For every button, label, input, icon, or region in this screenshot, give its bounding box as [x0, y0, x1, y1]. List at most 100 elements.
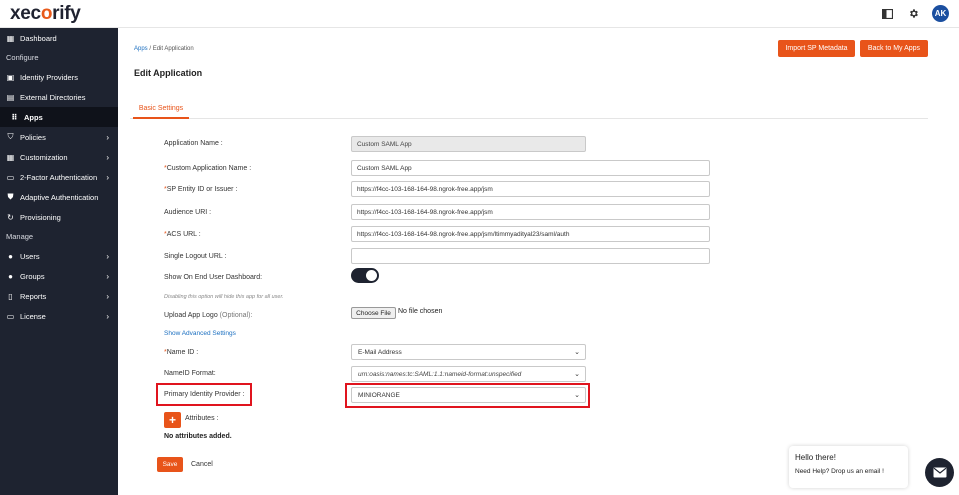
sp-entity-label: *SP Entity ID or Issuer : — [164, 186, 238, 193]
main-content: Apps / Edit Application Import SP Metada… — [118, 28, 959, 495]
shield-check-icon: ⛊ — [7, 192, 14, 201]
sidebar-item-label: Apps — [24, 112, 43, 122]
sidebar-item-2-factor-authentication[interactable]: ▭ 2-Factor Authentication › — [0, 167, 118, 187]
back-to-my-apps-button[interactable]: Back to My Apps — [860, 40, 928, 57]
sidebar-item-external-directories[interactable]: ▤ External Directories — [0, 87, 118, 107]
show-advanced-settings-link[interactable]: Show Advanced Settings — [164, 330, 236, 337]
nameid-format-label: NameID Format: — [164, 370, 216, 377]
tab-basic-settings[interactable]: Basic Settings — [133, 100, 189, 119]
gear-icon[interactable] — [906, 7, 920, 21]
sidebar-item-dashboard[interactable]: ▦ Dashboard — [0, 28, 118, 48]
xecorify-logo[interactable]: xecorify — [10, 3, 81, 25]
primary-idp-select[interactable]: MINIORANGE ⌄ — [351, 387, 586, 403]
dashboard-hint: Disabling this option will hide this app… — [164, 294, 284, 300]
single-logout-url-input[interactable] — [351, 248, 710, 264]
chevron-down-icon: ⌄ — [574, 392, 580, 399]
attributes-label: Attributes : — [185, 415, 219, 422]
top-bar: xecorify AK — [0, 0, 959, 28]
single-logout-url-label: Single Logout URL : — [164, 253, 227, 260]
no-file-text: No file chosen — [398, 308, 443, 315]
reports-icon: ▯ — [8, 291, 13, 301]
sidebar-item-label: External Directories — [20, 92, 86, 102]
sidebar-item-label: Customization — [20, 152, 68, 162]
acs-url-label: *ACS URL : — [164, 231, 201, 238]
sidebar-item-customization[interactable]: ▦ Customization › — [0, 147, 118, 167]
chevron-down-icon: ⌄ — [574, 349, 580, 356]
application-name-field[interactable]: Custom SAML App — [351, 136, 586, 152]
primary-idp-label: Primary Identity Provider : — [164, 391, 245, 398]
chat-popup[interactable]: Hello there! Need Help? Drop us an email… — [789, 446, 908, 488]
sidebar-item-label: Provisioning — [20, 212, 61, 222]
add-attribute-button[interactable]: + — [164, 412, 181, 428]
sidebar-item-policies[interactable]: ⛉ Policies › — [0, 127, 118, 147]
custom-app-name-label: *Custom Application Name : — [164, 165, 252, 172]
shield-icon: ⛉ — [7, 132, 14, 141]
license-icon: ▭ — [6, 311, 15, 321]
sidebar-item-label: Policies — [20, 132, 46, 142]
choose-file-button[interactable]: Choose File — [351, 307, 396, 319]
envelope-icon — [933, 467, 946, 478]
dashboard-icon: ▦ — [6, 33, 15, 43]
group-icon: ● — [8, 271, 13, 281]
user-icon: ● — [8, 251, 13, 261]
sidebar-item-label: Reports — [20, 291, 47, 301]
breadcrumb: Apps / Edit Application — [134, 46, 194, 52]
sidebar-item-license[interactable]: ▭ License › — [0, 306, 118, 326]
custom-app-name-input[interactable]: Custom SAML App — [351, 160, 710, 176]
sidebar-item-adaptive-authentication[interactable]: ⛊ Adaptive Authentication — [0, 187, 118, 207]
briefcase-icon: ▣ — [6, 72, 15, 82]
application-name-label: Application Name : — [164, 140, 223, 147]
chevron-right-icon: › — [106, 312, 109, 321]
breadcrumb-apps-link[interactable]: Apps — [134, 46, 148, 52]
grid-icon: ⠿ — [11, 112, 18, 122]
name-id-select[interactable]: E-Mail Address ⌄ — [351, 344, 586, 360]
no-attributes-text: No attributes added. — [164, 433, 232, 440]
page-title: Edit Application — [134, 68, 203, 78]
sidebar-item-reports[interactable]: ▯ Reports › — [0, 286, 118, 306]
chevron-right-icon: › — [106, 272, 109, 281]
sidebar-item-label: 2-Factor Authentication — [20, 172, 98, 182]
sync-icon: ↻ — [7, 212, 14, 222]
sidebar-item-label: Dashboard — [20, 33, 57, 43]
sidebar-item-label: License — [20, 311, 46, 321]
sidebar-item-identity-providers[interactable]: ▣ Identity Providers — [0, 67, 118, 87]
breadcrumb-current: Edit Application — [152, 46, 194, 52]
sidebar-item-label: Identity Providers — [20, 72, 78, 82]
sidebar-item-users[interactable]: ● Users › — [0, 246, 118, 266]
cancel-button[interactable]: Cancel — [191, 461, 213, 468]
customization-icon: ▦ — [6, 152, 15, 162]
chevron-right-icon: › — [106, 292, 109, 301]
chevron-right-icon: › — [106, 133, 109, 142]
directory-icon: ▤ — [6, 92, 15, 102]
acs-url-input[interactable]: https://f4cc-103-168-164-98.ngrok-free.a… — [351, 226, 710, 242]
toggle-knob — [366, 270, 377, 281]
keypad-icon: ▭ — [6, 172, 15, 182]
sidebar-toggle-icon[interactable] — [880, 7, 894, 21]
sp-entity-input[interactable]: https://f4cc-103-168-164-98.ngrok-free.a… — [351, 181, 710, 197]
sidebar-item-label: Adaptive Authentication — [20, 192, 99, 202]
show-dashboard-toggle[interactable] — [351, 268, 379, 283]
audience-uri-input[interactable]: https://f4cc-103-168-164-98.ngrok-free.a… — [351, 204, 710, 220]
sidebar-section-manage: Manage — [6, 232, 34, 241]
chat-title: Hello there! — [795, 453, 836, 462]
upload-logo-label: Upload App Logo (Optional): — [164, 312, 253, 319]
sidebar-item-groups[interactable]: ● Groups › — [0, 266, 118, 286]
sidebar-item-label: Groups — [20, 271, 45, 281]
sidebar-item-apps[interactable]: ⠿ Apps — [0, 107, 118, 127]
chevron-down-icon: ⌄ — [574, 371, 580, 378]
chevron-right-icon: › — [106, 173, 109, 182]
chevron-right-icon: › — [106, 153, 109, 162]
sidebar: ▦ Dashboard Configure ▣ Identity Providers ▤ E… — [0, 28, 118, 495]
name-id-label: *Name ID : — [164, 349, 199, 356]
save-button[interactable]: Save — [157, 457, 183, 472]
chat-launcher-button[interactable] — [925, 458, 954, 487]
sidebar-item-provisioning[interactable]: ↻ Provisioning — [0, 207, 118, 227]
sidebar-section-configure: Configure — [6, 53, 39, 62]
sidebar-item-label: Users — [20, 251, 40, 261]
nameid-format-select[interactable]: urn:oasis:names:tc:SAML:1.1:nameid-forma… — [351, 366, 586, 382]
import-sp-metadata-button[interactable]: Import SP Metadata — [778, 40, 855, 57]
user-avatar[interactable]: AK — [932, 5, 949, 22]
chat-message: Need Help? Drop us an email ! — [795, 468, 884, 475]
tab-bar: Basic Settings — [130, 100, 928, 119]
audience-uri-label: Audience URI : — [164, 209, 212, 216]
